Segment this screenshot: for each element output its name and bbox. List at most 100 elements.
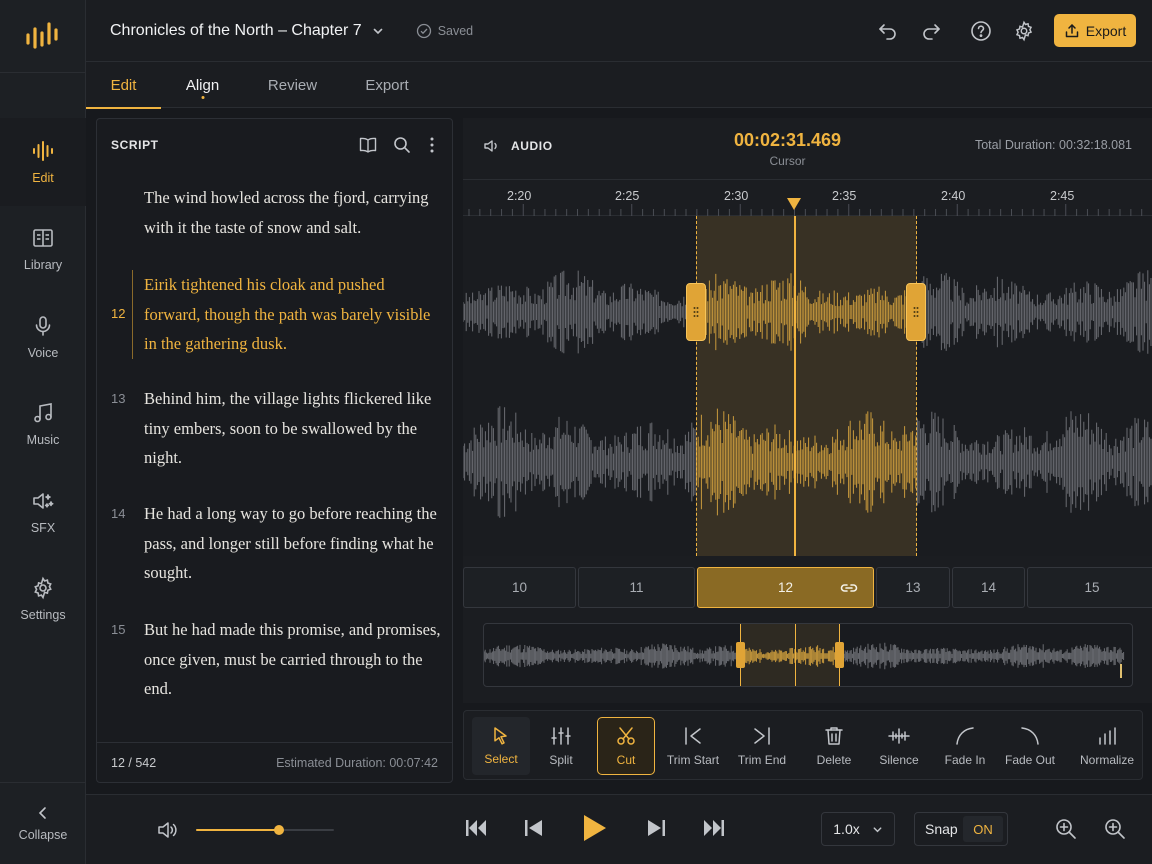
tab-review[interactable]: Review — [244, 62, 341, 108]
timeline-ruler[interactable]: 2:20 2:25 2:30 2:35 2:40 2:45 — [463, 179, 1152, 217]
tool-cut[interactable]: Cut — [597, 717, 655, 775]
estimated-duration: Estimated Duration: 00:07:42 — [276, 755, 438, 770]
overview-end-handle[interactable] — [835, 642, 844, 668]
tool-fade-in[interactable]: Fade In — [938, 717, 992, 775]
tool-trim-start[interactable]: Trim Start — [662, 717, 724, 775]
segment-10[interactable]: 10 — [463, 567, 576, 608]
tool-normalize[interactable]: Normalize — [1074, 717, 1140, 775]
volume-icon[interactable] — [156, 819, 178, 841]
collapse-button[interactable]: Collapse — [0, 782, 86, 864]
help-icon — [971, 20, 991, 41]
sidebar-item-settings[interactable]: Settings — [0, 556, 86, 644]
playback-speed-select[interactable]: 1.0x — [821, 812, 895, 846]
tool-fade-out[interactable]: Fade Out — [1001, 717, 1059, 775]
snap-label: Snap — [925, 821, 958, 837]
volume-slider[interactable] — [196, 820, 334, 840]
help-button[interactable] — [967, 17, 995, 45]
waveform-tracks — [463, 270, 1152, 518]
sidebar-item-library[interactable]: Library — [0, 206, 86, 294]
redo-button[interactable] — [917, 17, 945, 45]
zoom-out-button[interactable] — [1054, 817, 1078, 841]
segment-11[interactable]: 11 — [578, 567, 695, 608]
redo-icon — [923, 23, 940, 40]
overview-end-marker — [1120, 664, 1122, 678]
previous-button[interactable] — [523, 815, 545, 841]
check-circle-icon — [416, 23, 431, 38]
next-button[interactable] — [645, 815, 667, 841]
segment-13[interactable]: 13 — [876, 567, 950, 608]
playhead-marker-icon[interactable] — [786, 197, 802, 211]
chevron-left-icon — [38, 806, 46, 819]
upload-icon — [1065, 23, 1079, 37]
project-title: Chronicles of the North – Chapter 7 — [110, 21, 362, 39]
zoom-in-button[interactable] — [1103, 817, 1127, 841]
logo-waveform-icon — [25, 22, 58, 49]
search-icon[interactable] — [392, 135, 412, 155]
segment-15[interactable]: 15 — [1027, 567, 1152, 608]
overview-waveform[interactable] — [483, 623, 1133, 687]
segment-label: 10 — [511, 580, 528, 595]
paragraph-text: Behind him, the village lights flickered… — [144, 389, 432, 467]
tab-export[interactable]: Export — [341, 62, 433, 108]
sidebar-item-music[interactable]: Music — [0, 381, 86, 469]
skip-to-start-button[interactable] — [464, 815, 488, 841]
undo-button[interactable] — [874, 17, 902, 45]
skip-to-end-button[interactable] — [702, 815, 726, 841]
tool-silence[interactable]: Silence — [872, 717, 926, 775]
selection-end-handle[interactable] — [906, 283, 926, 341]
play-button[interactable] — [580, 812, 608, 844]
script-paragraph[interactable]: The wind howled across the fjord, carryi… — [97, 183, 452, 242]
paragraph-text: The wind howled across the fjord, carryi… — [144, 188, 429, 237]
segment-12[interactable]: 12 — [697, 567, 874, 608]
ruler-label: 2:35 — [832, 189, 857, 203]
script-paragraph-active[interactable]: 12 Eirik tightened his cloak and pushed … — [97, 270, 452, 359]
book-icon[interactable] — [358, 135, 378, 155]
waveform-area[interactable] — [463, 216, 1152, 556]
sidebar-item-voice[interactable]: Voice — [0, 293, 86, 381]
segment-14[interactable]: 14 — [952, 567, 1025, 608]
tab-align[interactable]: Align — [161, 62, 244, 108]
script-paragraph[interactable]: 13 Behind him, the village lights flicke… — [97, 384, 452, 473]
paragraph-number: 15 — [111, 622, 126, 637]
tool-delete[interactable]: Delete — [807, 717, 861, 775]
script-panel-header: SCRIPT — [97, 119, 452, 171]
export-button[interactable]: Export — [1054, 14, 1136, 47]
ruler-ticks — [468, 204, 1143, 217]
speed-value: 1.0x — [833, 821, 860, 837]
tool-label: Trim Start — [666, 753, 720, 767]
tool-split[interactable]: Split — [534, 717, 588, 775]
link-icon[interactable] — [839, 581, 859, 595]
snap-state[interactable]: ON — [963, 816, 1003, 842]
play-icon — [584, 815, 606, 841]
segment-label: 15 — [1084, 580, 1100, 595]
overview-start-handle[interactable] — [736, 642, 745, 668]
tab-label: Align — [185, 76, 220, 94]
gear-icon — [1015, 20, 1033, 41]
settings-button[interactable] — [1010, 17, 1038, 45]
header-actions: Export — [874, 14, 1136, 47]
snap-toggle[interactable]: Snap ON — [914, 812, 1008, 846]
overview-playhead — [795, 624, 796, 686]
tab-edit[interactable]: Edit — [86, 62, 161, 109]
tool-select[interactable]: Select — [472, 717, 530, 775]
zoom-in-icon — [1105, 819, 1125, 839]
script-paragraph[interactable]: 15 But he had made this promise, and pro… — [97, 615, 452, 704]
active-paragraph-marker — [132, 270, 133, 359]
speaker-sparkle-icon — [33, 492, 54, 509]
selection-start-handle[interactable] — [686, 283, 706, 341]
script-paragraph[interactable]: 14 He had a long way to go before reachi… — [97, 499, 452, 588]
sidebar-item-label: SFX — [30, 520, 56, 535]
tool-trim-end[interactable]: Trim End — [732, 717, 792, 775]
more-vertical-icon[interactable] — [426, 135, 438, 155]
audio-panel-header: AUDIO 00:02:31.469 Cursor Total Duration… — [463, 118, 1152, 178]
project-title-dropdown[interactable]: Chronicles of the North – Chapter 7 — [110, 22, 384, 40]
app-logo[interactable] — [0, 0, 85, 73]
selection-start-line — [696, 216, 697, 556]
sidebar-item-edit[interactable]: Edit — [0, 118, 86, 206]
grip-icon — [913, 307, 919, 317]
sidebar-nav: Edit Library Voice Music SFX Settings — [0, 118, 86, 643]
trim-end-icon — [754, 727, 770, 745]
volume-knob[interactable] — [273, 825, 284, 835]
sidebar-item-sfx[interactable]: SFX — [0, 468, 86, 556]
grip-icon — [693, 307, 699, 317]
